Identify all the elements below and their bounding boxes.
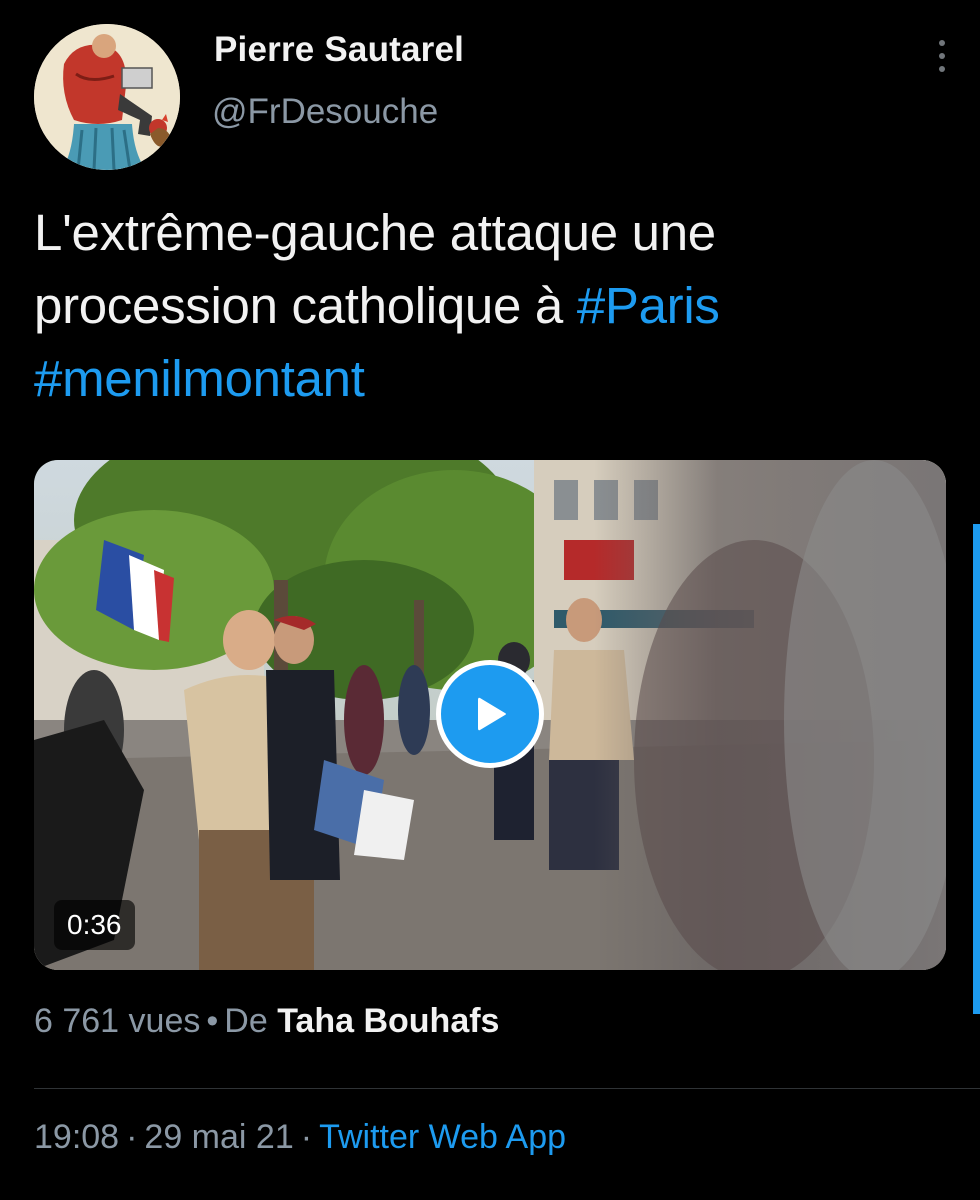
author-handle[interactable]: @FrDesouche xyxy=(212,92,438,132)
play-button[interactable] xyxy=(436,660,544,768)
meta-separator: · xyxy=(300,1118,313,1156)
author-name[interactable]: Pierre Sautarel xyxy=(214,30,464,70)
video-duration: 0:36 xyxy=(54,900,135,950)
hashtag-menilmontant[interactable]: #menilmontant xyxy=(34,350,365,407)
scroll-indicator xyxy=(973,524,980,1014)
more-vertical-icon xyxy=(939,40,945,46)
meta-separator: · xyxy=(126,1118,138,1156)
tweet-header: Pierre Sautarel @FrDesouche xyxy=(34,24,964,170)
video-player[interactable]: 0:36 xyxy=(34,460,946,970)
views-line: 6 761 vues • De Taha Bouhafs xyxy=(34,1002,499,1041)
video-source-link[interactable]: Taha Bouhafs xyxy=(277,1002,499,1040)
divider xyxy=(34,1088,980,1089)
from-label: De xyxy=(224,1002,268,1040)
more-vertical-icon-dot xyxy=(939,53,945,59)
play-icon xyxy=(478,697,506,731)
view-count: 6 761 vues xyxy=(34,1002,201,1040)
avatar[interactable] xyxy=(34,24,180,170)
hashtag-paris[interactable]: #Paris xyxy=(577,277,720,334)
tweet-client-link[interactable]: Twitter Web App xyxy=(319,1118,566,1156)
views-separator: • xyxy=(206,1002,219,1040)
tweet-time[interactable]: 19:08 xyxy=(34,1118,119,1156)
more-options-button[interactable] xyxy=(920,26,964,86)
tweet-meta: 19:08 · 29 mai 21 · Twitter Web App xyxy=(34,1118,566,1157)
more-vertical-icon-dot xyxy=(939,66,945,72)
tweet-text: L'extrême-gauche attaque une procession … xyxy=(34,196,944,415)
tweet-date[interactable]: 29 mai 21 xyxy=(144,1118,293,1156)
